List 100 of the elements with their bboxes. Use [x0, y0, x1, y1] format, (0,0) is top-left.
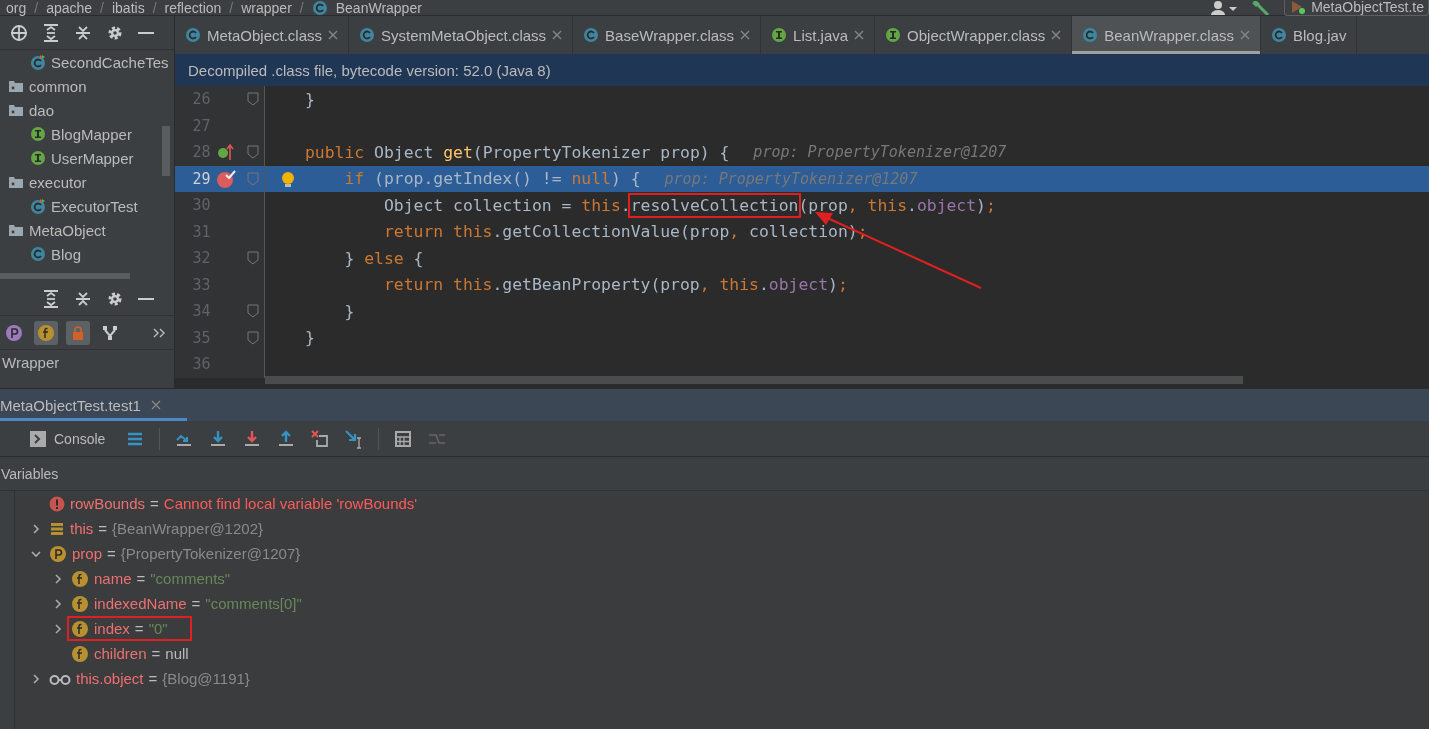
breadcrumb-item[interactable]: BeanWrapper [335, 0, 422, 16]
field-icon [71, 644, 89, 663]
breadcrumb-separator: / [152, 0, 157, 16]
close-icon [854, 30, 865, 40]
tree-item[interactable]: executor [0, 170, 174, 194]
breadcrumb-item[interactable]: wrapper [241, 0, 292, 16]
collapsed-chevron-icon[interactable] [53, 623, 63, 634]
calculator-icon[interactable] [393, 428, 414, 449]
parameter-icon [49, 544, 67, 563]
tree-item[interactable]: UserMapper [0, 146, 174, 170]
test-class-icon [30, 54, 46, 70]
collapsed-chevron-icon[interactable] [53, 598, 63, 609]
collapsed-chevron-icon[interactable] [31, 673, 41, 684]
variable-entry[interactable]: indexedName = "comments[0]" [67, 591, 306, 616]
variable-entry[interactable]: prop = {PropertyTokenizer@1207} [45, 541, 305, 566]
fold-marker-icon [247, 145, 260, 160]
collapsed-chevron-icon[interactable] [53, 573, 63, 584]
annotation-frame[interactable]: index = "0" [67, 616, 192, 641]
class-icon [583, 27, 600, 43]
expanded-chevron-icon[interactable] [31, 548, 41, 559]
tree-item[interactable]: SecondCacheTes [0, 50, 174, 74]
breadcrumb-separator: / [299, 0, 304, 16]
interface-icon [30, 126, 46, 142]
hierarchy-icon [102, 324, 118, 341]
fold-marker-icon [247, 171, 260, 186]
code-line: } else { [343, 248, 424, 268]
interface-icon [30, 150, 46, 166]
code-line: public Object get(PropertyTokenizer prop) { [305, 142, 730, 162]
breakpoint-icon [216, 168, 237, 189]
scrollbar[interactable] [0, 273, 130, 279]
decompiled-banner: Decompiled .class file, bytecode version: 52.0 (Java 8) [175, 54, 1429, 86]
variable-entry[interactable]: this.object = {Blog@1191} [45, 666, 254, 691]
breadcrumb-item[interactable]: ibatis [111, 0, 145, 16]
code-line: return this.getBeanProperty(prop, this.object); [382, 275, 848, 295]
tree-item[interactable]: MetaObject [0, 218, 174, 242]
class-icon [1082, 27, 1099, 43]
breadcrumb-item[interactable]: apache [46, 0, 93, 16]
lock-icon [72, 325, 84, 340]
implements-icon [217, 143, 236, 162]
scrollbar[interactable] [265, 376, 1243, 384]
lightbulb-icon[interactable] [281, 170, 295, 189]
structure-item[interactable]: Wrapper [0, 350, 60, 375]
fold-marker-icon [247, 330, 260, 345]
inline-value-hint: prop: PropertyTokenizer@1207 [664, 169, 918, 188]
breadcrumb-item[interactable]: org [6, 0, 27, 16]
variable-entry[interactable]: name = "comments" [67, 566, 235, 591]
expand-all-icon [42, 289, 60, 308]
console-tab[interactable]: Console [30, 421, 112, 456]
folder-icon [8, 78, 24, 94]
variable-entry[interactable]: this = {BeanWrapper@1202} [45, 516, 267, 541]
field-icon [71, 619, 89, 638]
filter-toggle[interactable] [34, 320, 58, 345]
code-line: if (prop.getIndex() != null) { [343, 169, 641, 189]
filter-toggle[interactable] [66, 320, 90, 345]
tree-item[interactable]: BlogMapper [0, 122, 174, 146]
collapse-all-icon [74, 289, 92, 308]
code-line: return this.getCollectionValue(prop, collection); [382, 222, 868, 242]
breadcrumb-item[interactable]: reflection [164, 0, 222, 16]
close-icon [740, 30, 751, 40]
tree-item[interactable]: common [0, 74, 174, 98]
error-icon [49, 495, 65, 512]
collapsed-chevron-icon[interactable] [31, 523, 41, 534]
interface-icon [771, 27, 788, 43]
tree-item[interactable]: Blog [0, 242, 174, 266]
close-icon [150, 400, 161, 410]
code-line: Object collection = this.resolveCollection(prop, this.object); [305, 195, 996, 215]
class-icon [30, 246, 46, 262]
line-number: 29 [191, 169, 211, 188]
fold-marker-icon [247, 304, 260, 319]
code-line: } [305, 328, 315, 348]
breadcrumb-separator: / [100, 0, 104, 16]
property-icon [5, 323, 23, 342]
variable-entry[interactable]: children = null [67, 641, 193, 666]
close-icon [552, 30, 563, 40]
test-class-icon [30, 198, 46, 214]
folder-icon [8, 222, 24, 238]
class-icon [1271, 27, 1287, 43]
target-icon [10, 23, 28, 42]
debug-session-tab[interactable]: MetaObjectTest.test1 [0, 389, 187, 421]
fold-marker-icon [247, 251, 260, 266]
run-configuration[interactable]: MetaObjectTest.te [1284, 0, 1429, 16]
interface-icon [885, 27, 902, 43]
minimize-icon [138, 31, 154, 34]
variable-entry[interactable]: rowBounds = Cannot find local variable 'rowBounds' [45, 491, 422, 516]
more-icon [152, 326, 166, 339]
tree-item[interactable]: dao [0, 98, 174, 122]
user-icon [1210, 0, 1239, 15]
fold-marker-icon [247, 92, 260, 107]
inline-value-hint: prop: PropertyTokenizer@1207 [753, 143, 1007, 162]
field-icon [37, 323, 55, 342]
class-icon [185, 27, 201, 43]
code-line: } [305, 89, 315, 109]
stack-icon [49, 520, 65, 537]
code-line: } [343, 301, 355, 321]
scrollbar[interactable] [162, 126, 170, 176]
tree-item[interactable]: ExecutorTest [0, 194, 174, 218]
editor-tab[interactable]: BeanWrapper.class [1072, 16, 1261, 54]
close-icon [328, 30, 339, 40]
console-icon [30, 430, 46, 447]
drop-frame-icon[interactable] [310, 428, 331, 449]
